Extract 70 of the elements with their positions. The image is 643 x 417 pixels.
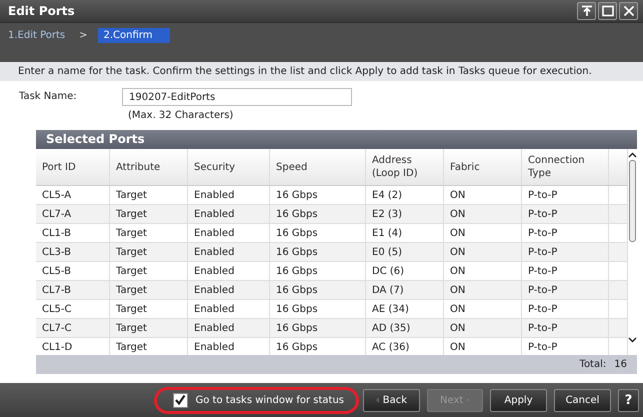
maximize-button[interactable] [598, 2, 617, 20]
column-header[interactable]: Port ID [36, 149, 110, 186]
table-cell: CL7-A [36, 204, 110, 224]
checkmark-icon [174, 394, 186, 406]
table-cell: CL1-D [36, 338, 110, 355]
wizard-step[interactable]: 1.Edit Ports [8, 28, 70, 43]
table-cell: ON [444, 338, 522, 355]
help-button[interactable]: ? [618, 388, 639, 412]
table-cell: P-to-P [522, 318, 608, 338]
table-cell: P-to-P [522, 242, 608, 262]
table-cell: Target [110, 204, 188, 224]
table-cell: CL7-C [36, 318, 110, 338]
table-cell: P-to-P [522, 338, 608, 355]
table-cell: E0 (5) [366, 242, 444, 262]
task-name-field[interactable]: 190207-EditPorts [122, 88, 352, 106]
action-button[interactable]: Cancel [554, 388, 611, 412]
scroll-down-icon [628, 337, 637, 343]
close-button[interactable] [619, 2, 638, 20]
table-cell: P-to-P [522, 204, 608, 224]
close-icon [622, 5, 634, 17]
table-cell: Enabled [188, 318, 270, 338]
table-cell: 16 Gbps [270, 338, 366, 355]
table-cell: Enabled [188, 338, 270, 355]
action-button[interactable]: Apply [490, 388, 547, 412]
hint-text: (Max. 32 Characters) [127, 110, 234, 121]
left-triangle-icon [376, 395, 379, 405]
column-header[interactable]: Attribute [110, 149, 188, 186]
instruction-text: Enter a name for the task. Confirm the settings in the list and click Apply to add task in Tasks queue for execution. [0, 62, 643, 81]
column-header[interactable]: Security [188, 149, 270, 186]
table-cell: 16 Gbps [270, 242, 366, 262]
field-label: Task Name: [19, 90, 78, 104]
checkbox[interactable] [172, 392, 188, 408]
scroll-up-icon [628, 152, 637, 158]
table-cell: Enabled [188, 204, 270, 224]
table-cell: ON [444, 318, 522, 338]
table-cell: ON [444, 204, 522, 224]
table-cell: Target [110, 242, 188, 262]
table-cell: ON [444, 280, 522, 300]
table-cell: 16 Gbps [270, 204, 366, 224]
table-cell: AD (35) [366, 318, 444, 338]
table-cell: CL7-B [36, 280, 110, 300]
column-header[interactable]: Connection Type [522, 149, 608, 186]
step-separator: > [79, 29, 88, 41]
total-label: Total: [580, 359, 606, 370]
column-header[interactable]: Speed [270, 149, 366, 186]
pin-button[interactable] [577, 2, 596, 20]
table-cell: P-to-P [522, 280, 608, 300]
table-cell: Enabled [188, 280, 270, 300]
table-cell: Target [110, 318, 188, 338]
table-cell: Target [110, 280, 188, 300]
table-cell: 16 Gbps [270, 318, 366, 338]
table-cell: Enabled [188, 242, 270, 262]
back-button[interactable]: Back [363, 388, 420, 412]
wizard-step[interactable]: 2.Confirm [98, 28, 170, 43]
table-cell: ON [444, 242, 522, 262]
pin-top-icon [580, 5, 592, 17]
maximize-icon [602, 5, 614, 17]
window-title: Edit Ports [8, 4, 75, 18]
scroll-thumb[interactable] [629, 160, 636, 242]
table-cell: E2 (3) [366, 204, 444, 224]
table-cell: DA (7) [366, 280, 444, 300]
table-cell: 16 Gbps [270, 280, 366, 300]
table-cell: AC (36) [366, 338, 444, 355]
panel-title: Selected Ports [36, 130, 637, 149]
table-cell: Target [110, 338, 188, 355]
table-cell: CL3-B [36, 242, 110, 262]
column-header[interactable]: Address (Loop ID) [366, 149, 444, 186]
checkbox-label: Go to tasks window for status [196, 394, 344, 406]
column-header[interactable]: Fabric [444, 149, 522, 186]
total-value: 16 [614, 359, 627, 370]
